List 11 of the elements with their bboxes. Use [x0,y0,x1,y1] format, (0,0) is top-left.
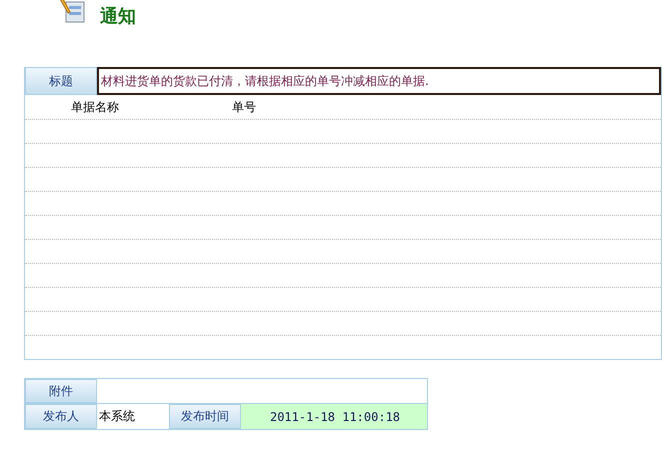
page-title: 通知 [100,5,136,28]
column-header: 单据名称 [71,98,120,116]
time-cell: 2011-1-18 11:00:18 [241,404,427,429]
attachment-label: 附件 [25,379,97,403]
time-label: 发布时间 [169,404,241,429]
subject-field[interactable]: 材料进货单的货款已付清，请根据相应的单号冲减相应的单据. [97,67,661,95]
publisher-label: 发布人 [25,404,97,429]
publisher-value: 本系统 [99,408,135,425]
column-header: 单号 [232,98,257,116]
notepad-icon [58,0,86,25]
subject-label: 标题 [25,67,97,95]
